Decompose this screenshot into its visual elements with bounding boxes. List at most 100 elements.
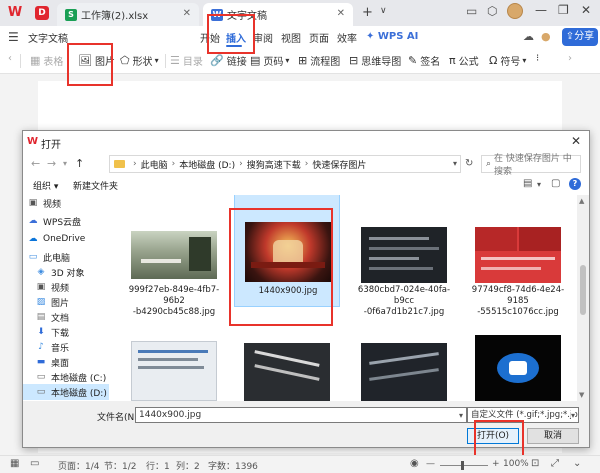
organize-button[interactable]: 组织 ▾ (33, 179, 58, 192)
mindmap-icon: ⊟ (349, 54, 359, 67)
view-options-icon[interactable]: ▤ (523, 178, 532, 189)
breadcrumb-item[interactable]: 快速保存图片 (312, 158, 366, 171)
app-menu[interactable]: 文字文稿 (28, 30, 68, 45)
zoom-in-button[interactable]: + (492, 459, 500, 469)
search-input[interactable]: ⌕ 在 快速保存图片 中搜索 (481, 154, 581, 177)
sidebar-item-downloads[interactable]: ⬇ 下载 (35, 324, 69, 340)
wps-logo-icon[interactable]: W (6, 5, 24, 21)
help-icon[interactable]: ? (569, 178, 581, 190)
new-folder-button[interactable]: 新建文件夹 (73, 179, 118, 192)
menu-view[interactable]: 视图 (281, 30, 301, 45)
preview-pane-icon[interactable]: ▢ (551, 178, 560, 189)
zoom-out-button[interactable]: — (426, 459, 435, 469)
sidebar-item-documents[interactable]: ▤ 文档 (35, 309, 69, 325)
flowchart-button[interactable]: ⊞ 流程图 (298, 53, 340, 68)
sidebar-item-3d-objects[interactable]: ◈ 3D 对象 (35, 264, 85, 280)
file-item[interactable] (121, 325, 227, 401)
chevron-down-icon[interactable]: ▾ (453, 159, 457, 168)
signature-button[interactable]: ✎ 签名 (408, 53, 440, 68)
close-tab-icon[interactable]: ✕ (337, 8, 345, 19)
sidebar-item-this-pc[interactable]: ▭ 此电脑 (27, 249, 70, 265)
layout-icon[interactable]: ▦ (10, 458, 19, 469)
zoom-level[interactable]: 100% (503, 459, 529, 469)
chevron-right-icon[interactable]: › (568, 53, 572, 64)
file-item[interactable]: 97749cf8-74d6-4e24-9185 -55515c1076cc.jpg (465, 195, 571, 317)
page-number-button[interactable]: ▤ 页码 ▾ (250, 53, 289, 68)
user-badge-icon[interactable]: ● (541, 30, 551, 43)
link-button[interactable]: 🔗 链接 (210, 53, 247, 68)
table-button[interactable]: ▦ 表格 (30, 53, 63, 68)
word-count-icon[interactable]: ▭ (30, 458, 39, 469)
drive-icon: ▭ (36, 372, 46, 382)
shape-button[interactable]: ⬠ 形状 ▾ (120, 53, 159, 68)
scrollbar-thumb[interactable] (580, 265, 586, 315)
annotation-box-open-button (474, 420, 524, 458)
sidebar-item-videos[interactable]: ▣ 视频 (27, 195, 61, 211)
chevron-down-icon[interactable]: ▾ (459, 409, 463, 423)
menu-review[interactable]: 审阅 (253, 30, 273, 45)
file-item[interactable] (234, 325, 340, 401)
hamburger-menu-icon[interactable]: ☰ (8, 30, 19, 44)
sidebar-item-desktop[interactable]: ▬ 桌面 (35, 354, 69, 370)
eye-icon[interactable]: ◉ (410, 458, 419, 469)
cube-icon[interactable]: ⬡ (487, 4, 497, 18)
sidebar-item-drive-d[interactable]: ▭ 本地磁盘 (D:) (23, 384, 109, 400)
sidebar-item-drive-c[interactable]: ▭ 本地磁盘 (C:) (35, 369, 106, 385)
close-icon[interactable]: ✕ (571, 134, 581, 148)
toc-button[interactable]: ☰ 目录 (170, 53, 203, 68)
chevron-down-icon[interactable]: ▾ (537, 180, 541, 189)
wps-ai-button[interactable]: ✦ WPS AI (366, 31, 418, 42)
close-tab-icon[interactable]: ✕ (183, 8, 191, 19)
page-indicator[interactable]: 页面：1/4 (58, 459, 100, 472)
sidebar-item-pictures[interactable]: ▨ 图片 (35, 294, 69, 310)
zoom-slider[interactable] (440, 465, 488, 466)
forward-arrow-icon[interactable]: → (47, 157, 56, 170)
sidebar-item-videos-pc[interactable]: ▣ 视频 (35, 279, 69, 295)
chevron-left-icon[interactable]: ‹ (8, 53, 12, 64)
address-bar[interactable]: › 此电脑 › 本地磁盘 (D:) › 搜狗高速下载 › 快速保存图片 ▾ (109, 155, 461, 173)
chevron-down-icon[interactable]: ∨ (380, 6, 387, 16)
zoom-slider-handle[interactable] (461, 461, 464, 470)
scroll-down-icon[interactable]: ▼ (579, 391, 584, 399)
filename-input[interactable]: 1440x900.jpg ▾ (135, 407, 467, 423)
breadcrumb-item[interactable]: 本地磁盘 (D:) (179, 158, 235, 171)
cloud-sync-icon[interactable]: ☁ (523, 30, 534, 43)
share-button[interactable]: ⇪分享 (562, 28, 598, 46)
fullscreen-icon[interactable]: ⤢ (551, 458, 559, 469)
more-tools-icon[interactable]: ⁝ (536, 53, 539, 64)
word-count[interactable]: 字数：1396 (208, 459, 258, 472)
fit-width-icon[interactable]: ⊡ (531, 458, 539, 469)
file-item[interactable]: 999f27eb-849e-4fb7-96b2 -b4290cb45c88.jpg (121, 195, 227, 317)
avatar[interactable] (507, 3, 523, 19)
scroll-up-icon[interactable]: ▲ (579, 197, 584, 205)
tab-workbook[interactable]: S 工作簿(2).xlsx ✕ (57, 3, 199, 26)
cancel-button[interactable]: 取消 (527, 428, 579, 444)
file-item[interactable] (465, 325, 571, 401)
close-window-icon[interactable]: ✕ (581, 3, 591, 17)
file-item[interactable] (351, 325, 457, 401)
docer-icon[interactable]: D (35, 6, 49, 20)
file-item[interactable]: 6380cbd7-024e-40fa-b9cc -0f6a7d1b21c7.jpg (351, 195, 457, 317)
new-tab-button[interactable]: + (362, 5, 373, 20)
menu-page[interactable]: 页面 (309, 30, 329, 45)
refresh-icon[interactable]: ↻ (465, 158, 473, 169)
menu-efficiency[interactable]: 效率 (337, 30, 357, 45)
formula-button[interactable]: π 公式 (449, 53, 479, 68)
flowchart-icon: ⊞ (298, 54, 308, 67)
sidebar-item-music[interactable]: ♪ 音乐 (35, 339, 69, 355)
breadcrumb-item[interactable]: 搜狗高速下载 (247, 158, 301, 171)
mindmap-button[interactable]: ⊟ 思维导图 (349, 53, 401, 68)
dialog-command-bar: 组织 ▾ 新建文件夹 ▤ ▾ ▢ ? (23, 175, 589, 195)
recent-dropdown-icon[interactable]: ▾ (63, 159, 67, 168)
breadcrumb-item[interactable]: 此电脑 (141, 158, 168, 171)
maximize-icon[interactable]: ❐ (558, 3, 569, 17)
window-icon[interactable]: ▭ (466, 4, 477, 18)
sidebar-item-onedrive[interactable]: ☁ OneDrive (27, 231, 86, 247)
chevron-down-icon[interactable]: ⌄ (573, 458, 581, 469)
up-arrow-icon[interactable]: ↑ (75, 157, 84, 170)
minimize-icon[interactable]: — (535, 3, 547, 17)
back-arrow-icon[interactable]: ← (31, 157, 40, 170)
vertical-scrollbar[interactable]: ▲ ▼ (577, 195, 589, 401)
symbol-button[interactable]: Ω 符号 ▾ (489, 53, 526, 68)
sidebar-item-wps-cloud[interactable]: ☁ WPS云盘 (27, 213, 82, 229)
